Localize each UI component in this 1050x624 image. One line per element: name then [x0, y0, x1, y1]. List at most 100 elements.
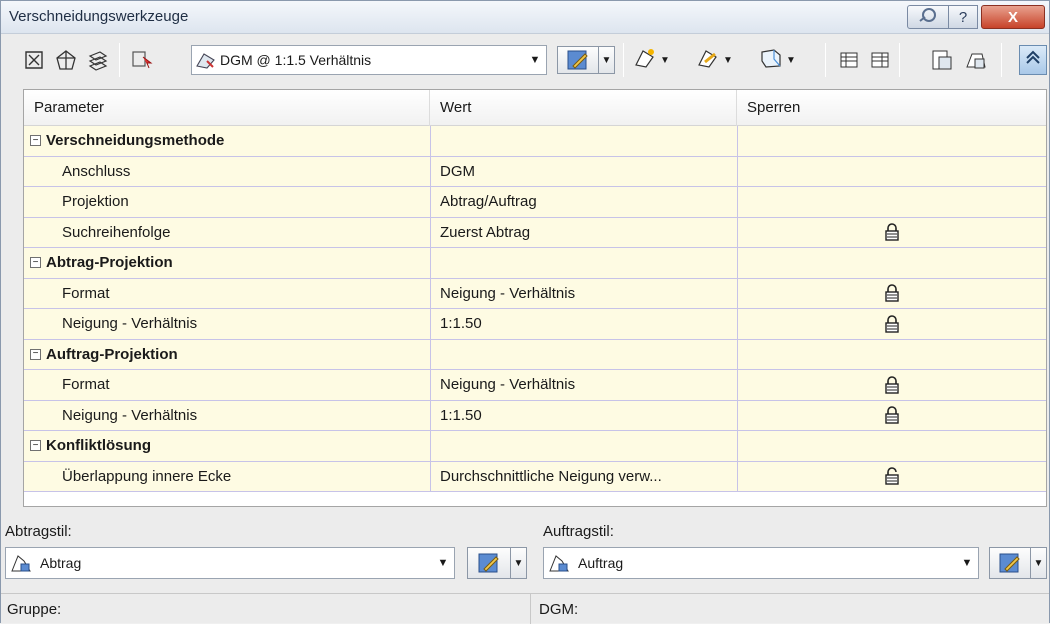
- expand-button[interactable]: [1019, 45, 1047, 75]
- toolbar-separator: [899, 43, 900, 77]
- lock-cell[interactable]: [737, 278, 1046, 308]
- lock-cell[interactable]: [737, 400, 1046, 430]
- chevron-down-icon: ▼: [723, 54, 733, 66]
- parameter-label: Projektion: [62, 193, 129, 211]
- value-text: 1:1.50: [440, 406, 482, 424]
- value-cell: [430, 431, 737, 461]
- toolbar-separator: [623, 43, 624, 77]
- table-row[interactable]: Suchreihenfolge Zuerst Abtrag: [24, 217, 1046, 248]
- parameter-label: Neigung - Verhältnis: [62, 406, 198, 424]
- lock-cell[interactable]: [737, 370, 1046, 400]
- column-header-parameter[interactable]: Parameter: [24, 90, 430, 126]
- lock-icon[interactable]: [884, 223, 900, 241]
- cut-style-label: Abtragstil:: [5, 523, 72, 540]
- value-text: DGM: [440, 162, 475, 180]
- target-surface-icon[interactable]: [129, 47, 155, 73]
- status-group: Gruppe:: [1, 594, 531, 624]
- cut-style-select[interactable]: Abtrag ▼: [5, 547, 455, 579]
- parameter-cell: Projektion: [24, 187, 430, 217]
- pin-icon: [917, 6, 939, 28]
- grading-group-properties-icon[interactable]: [963, 47, 989, 73]
- value-cell[interactable]: 1:1.50: [430, 309, 737, 339]
- lock-icon[interactable]: [884, 375, 900, 394]
- fill-style-label: Auftragstil:: [543, 523, 614, 540]
- chevron-down-icon: ▼: [961, 557, 973, 569]
- table-row[interactable]: Anschluss DGM: [24, 156, 1046, 187]
- grading-editor-icon[interactable]: [867, 47, 893, 73]
- value-cell[interactable]: Abtrag/Auftrag: [430, 187, 737, 217]
- lock-cell[interactable]: [737, 156, 1046, 186]
- table-row[interactable]: Neigung - Verhältnis 1:1.50: [24, 400, 1046, 431]
- select-layers-icon[interactable]: [85, 47, 111, 73]
- status-surface: DGM:: [539, 601, 579, 618]
- value-cell[interactable]: 1:1.50: [430, 400, 737, 430]
- close-button[interactable]: X: [981, 5, 1045, 29]
- unlock-icon[interactable]: [884, 467, 900, 485]
- parameter-label: Abtrag-Projektion: [46, 254, 173, 272]
- lock-cell: [737, 248, 1046, 278]
- elevation-editor-icon[interactable]: [929, 47, 955, 73]
- collapse-icon[interactable]: −: [30, 135, 41, 147]
- table-row[interactable]: Projektion Abtrag/Auftrag: [24, 187, 1046, 218]
- group-row[interactable]: − Abtrag-Projektion: [24, 248, 1046, 279]
- create-grading-button[interactable]: ▼: [633, 47, 670, 73]
- lock-cell[interactable]: [737, 309, 1046, 339]
- collapse-icon[interactable]: −: [30, 257, 41, 269]
- lock-cell[interactable]: [737, 461, 1046, 491]
- collapse-icon[interactable]: −: [30, 440, 41, 452]
- chevron-down-icon[interactable]: ▼: [598, 47, 614, 73]
- table-row[interactable]: Format Neigung - Verhältnis: [24, 370, 1046, 401]
- parameter-cell: Format: [24, 370, 430, 400]
- collapse-icon[interactable]: −: [30, 348, 41, 360]
- value-cell[interactable]: Neigung - Verhältnis: [430, 278, 737, 308]
- chevron-down-icon[interactable]: ▼: [1030, 548, 1046, 578]
- chevron-down-icon: ▼: [660, 54, 670, 66]
- parameter-label: Anschluss: [62, 162, 131, 180]
- table-row[interactable]: Neigung - Verhältnis 1:1.50: [24, 309, 1046, 340]
- title-bar[interactable]: Verschneidungswerkzeuge ? X: [1, 1, 1049, 34]
- edit-grading-button[interactable]: ▼: [696, 47, 733, 73]
- chevron-down-icon[interactable]: ▼: [510, 548, 526, 578]
- style-icon: [6, 553, 36, 573]
- lock-cell[interactable]: [737, 187, 1046, 217]
- value-cell[interactable]: Neigung - Verhältnis: [430, 370, 737, 400]
- chevron-down-icon: ▼: [786, 54, 796, 66]
- parameter-cell: Neigung - Verhältnis: [24, 401, 430, 431]
- edit-criteria-button[interactable]: ▼: [557, 46, 615, 74]
- value-cell[interactable]: Durchschnittliche Neigung verw...: [430, 461, 737, 491]
- column-header-lock[interactable]: Sperren: [737, 90, 1046, 126]
- value-text: Abtrag/Auftrag: [440, 193, 537, 211]
- set-group-icon[interactable]: [53, 47, 79, 73]
- lock-icon[interactable]: [884, 284, 900, 302]
- lock-icon[interactable]: [884, 314, 900, 333]
- toolbar-separator: [1001, 43, 1002, 77]
- group-row[interactable]: − Verschneidungsmethode: [24, 126, 1046, 157]
- help-button[interactable]: ?: [948, 5, 978, 29]
- grid-header: Parameter Wert Sperren: [24, 90, 1046, 126]
- create-grading-icon: [633, 47, 657, 73]
- close-icon: X: [1007, 8, 1018, 26]
- table-row[interactable]: Format Neigung - Verhältnis: [24, 278, 1046, 309]
- grading-criteria-select[interactable]: DGM @ 1:1.5 Verhältnis ▼: [191, 45, 547, 75]
- create-volume-button[interactable]: ▼: [759, 47, 796, 73]
- table-row[interactable]: Überlappung innere Ecke Durchschnittliche…: [24, 461, 1046, 492]
- parameter-label: Konfliktlösung: [46, 437, 151, 455]
- set-surface-icon[interactable]: [21, 47, 47, 73]
- grid-rows: − Verschneidungsmethode Anschluss DGM Projek…: [24, 126, 1046, 492]
- grading-volume-tools-icon[interactable]: [836, 47, 862, 73]
- lock-cell[interactable]: [737, 217, 1046, 247]
- parameter-label: Verschneidungsmethode: [46, 132, 225, 150]
- parameter-cell: − Verschneidungsmethode: [24, 126, 430, 156]
- column-header-value[interactable]: Wert: [430, 90, 737, 126]
- fill-style-select[interactable]: Auftrag ▼: [543, 547, 979, 579]
- pin-button[interactable]: [907, 5, 949, 29]
- lock-icon[interactable]: [884, 406, 900, 424]
- group-row[interactable]: − Konfliktlösung: [24, 431, 1046, 462]
- parameter-label: Neigung - Verhältnis: [62, 315, 198, 333]
- parameter-label: Überlappung innere Ecke: [62, 467, 232, 485]
- value-cell[interactable]: Zuerst Abtrag: [430, 217, 737, 247]
- cut-style-edit-button[interactable]: ▼: [467, 547, 527, 579]
- fill-style-edit-button[interactable]: ▼: [989, 547, 1047, 579]
- group-row[interactable]: − Auftrag-Projektion: [24, 339, 1046, 370]
- value-cell[interactable]: DGM: [430, 156, 737, 186]
